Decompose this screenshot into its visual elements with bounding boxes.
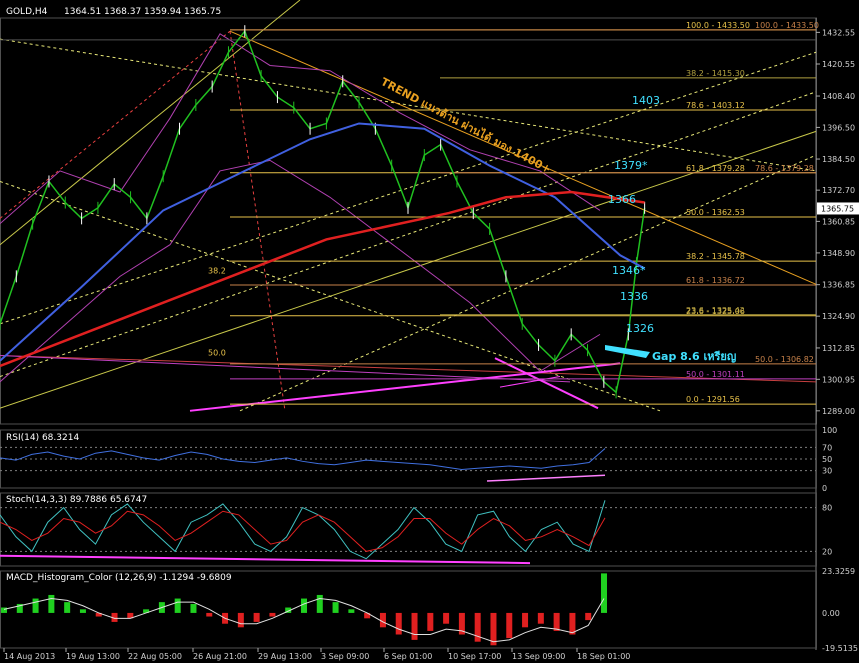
fib-level-label: 78.6 - 1403.12 [686,101,745,110]
macd-histogram-bar [206,612,213,617]
rsi-tick-label: 30 [822,467,832,476]
price-tick-label: 1300.95 [822,375,855,384]
price-tick-label: 1432.55 [822,28,855,37]
fib-level-label: 100.0 - 1433.50 [686,21,750,30]
price-tick-label: 1384.50 [822,155,855,164]
price-tick-label: 1420.55 [822,60,855,69]
rsi-label: RSI(14) 68.3214 [6,433,79,443]
macd-tick-label: 0.00 [822,609,840,618]
fib-level-label: 100.0 - 1433.50 [755,21,819,30]
chart-header-close: 1365.75 [184,7,221,17]
macd-histogram-bar [379,612,386,628]
macd-label: MACD_Histogram_Color (12,26,9) -1.1294 -… [6,573,232,583]
last-price-label: 1365.75 [821,204,854,213]
time-tick-label: 19 Aug 13:00 [66,652,120,661]
macd-histogram-bar [316,594,323,613]
fib-level-label: 38.2 - 1415.30 [686,69,745,78]
fib-level-label: 38.2 - 1345.78 [686,252,745,261]
chart-header-symbol: GOLD,H4 [6,7,48,17]
price-tick-label: 1336.85 [822,281,855,290]
price-tick-label: 1372.70 [822,186,855,195]
fib-level-label: 50.0 - 1362.53 [686,208,745,217]
macd-histogram-bar [253,612,260,622]
time-tick-label: 3 Sep 09:00 [321,652,369,661]
price-tick-label: 1396.50 [822,123,855,132]
macd-histogram-bar [174,598,181,613]
chart-header-open: 1364.51 [64,7,101,17]
fib-level-label: 61.8 - 1336.72 [686,276,745,285]
rsi-tick-label: 0 [822,484,827,493]
chart-header-high: 1368.37 [104,7,141,17]
macd-histogram-bar [522,612,529,628]
time-tick-label: 29 Aug 13:00 [258,652,312,661]
price-callout: 1403 [632,94,660,107]
macd-histogram-bar [490,612,497,646]
rsi-tick-label: 70 [822,443,832,452]
macd-histogram-bar [395,612,402,635]
price-tick-label: 1324.90 [822,312,855,321]
macd-tick-label: 23.3259 [822,567,855,576]
time-tick-label: 22 Aug 05:00 [128,652,182,661]
macd-histogram-bar [506,612,513,639]
macd-histogram-bar [427,612,434,631]
macd-histogram-bar [537,612,544,624]
price-callout: 1336 [620,290,648,303]
time-tick-label: 6 Sep 01:00 [384,652,432,661]
gap-annotation: Gap 8.6 เหรียญ [652,350,736,363]
macd-histogram-bar [79,609,86,613]
macd-histogram-bar [301,598,307,613]
fib-side-label: 50.0 [208,348,226,357]
time-tick-label: 10 Sep 17:00 [448,652,501,661]
macd-histogram-bar [332,602,339,613]
macd-tick-label: -19.5135 [822,644,858,653]
macd-histogram-bar [585,612,592,621]
price-tick-label: 1408.40 [822,92,855,101]
macd-histogram-bar [64,602,71,613]
fib-level-label: 0.0 - 1291.56 [686,395,740,404]
macd-histogram-bar [48,594,55,613]
macd-histogram-bar [190,603,197,613]
stoch-label: Stoch(14,3,3) 89.7886 65.6747 [6,495,147,505]
fib-level-label: 78.6 - 1379.28 [755,164,814,173]
macd-histogram-bar [553,612,560,631]
macd-histogram-bar [269,612,276,617]
macd-histogram-bar [443,612,450,624]
time-tick-label: 13 Sep 09:00 [512,652,565,661]
fib-level-label: 50.0 - 1301.11 [686,370,745,379]
fib-level-label: 50.0 - 1306.82 [755,355,814,364]
time-tick-label: 26 Aug 21:00 [193,652,247,661]
fib-side-label: 38.2 [208,267,226,276]
stoch-tick-label: 20 [822,547,832,556]
chart-header-low: 1359.94 [144,7,181,17]
macd-histogram-bar [237,612,244,628]
stoch-tick-label: 80 [822,504,832,513]
price-callout: 1379* [614,159,648,172]
price-tick-label: 1312.85 [822,344,855,353]
rsi-tick-label: 100 [822,426,837,435]
rsi-tick-label: 50 [822,455,832,464]
fib-level-label: 23.6 - 1325.42 [686,306,745,315]
macd-histogram-bar [601,573,607,613]
price-callout: 1346* [612,264,646,277]
gold-h4-chart: GOLD,H4 1364.51 1368.37 1359.94 1365.75 … [0,0,859,663]
macd-histogram-bar [348,609,355,613]
macd-histogram-bar [411,612,418,640]
time-tick-label: 18 Sep 01:00 [577,652,630,661]
time-tick-label: 14 Aug 2013 [4,652,55,661]
price-tick-label: 1289.00 [822,407,855,416]
price-callout: 1326 [626,322,654,335]
macd-histogram-bar [32,598,39,613]
fib-level-label: 61.8 - 1379.28 [686,164,745,173]
price-tick-label: 1360.85 [822,217,855,226]
price-tick-label: 1348.90 [822,249,855,258]
price-callout: 1366 [608,193,636,206]
